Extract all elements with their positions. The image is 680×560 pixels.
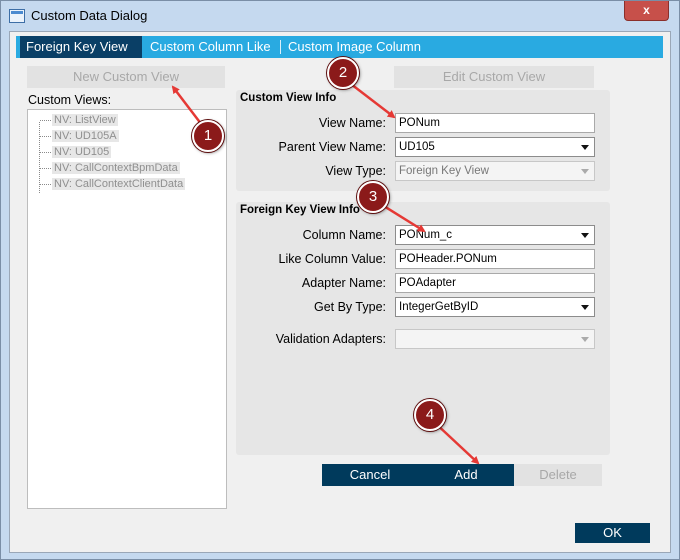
dialog-window: Custom Data Dialog x Foreign Key View Cu…	[0, 0, 680, 560]
callout-badge-1: 1	[192, 120, 224, 152]
callout-arrow-2	[346, 80, 396, 119]
callout-badge-4: 4	[414, 399, 446, 431]
callout-arrow-3	[378, 201, 426, 233]
callout-badge-3: 3	[357, 181, 389, 213]
callout-badge-2: 2	[327, 57, 359, 89]
